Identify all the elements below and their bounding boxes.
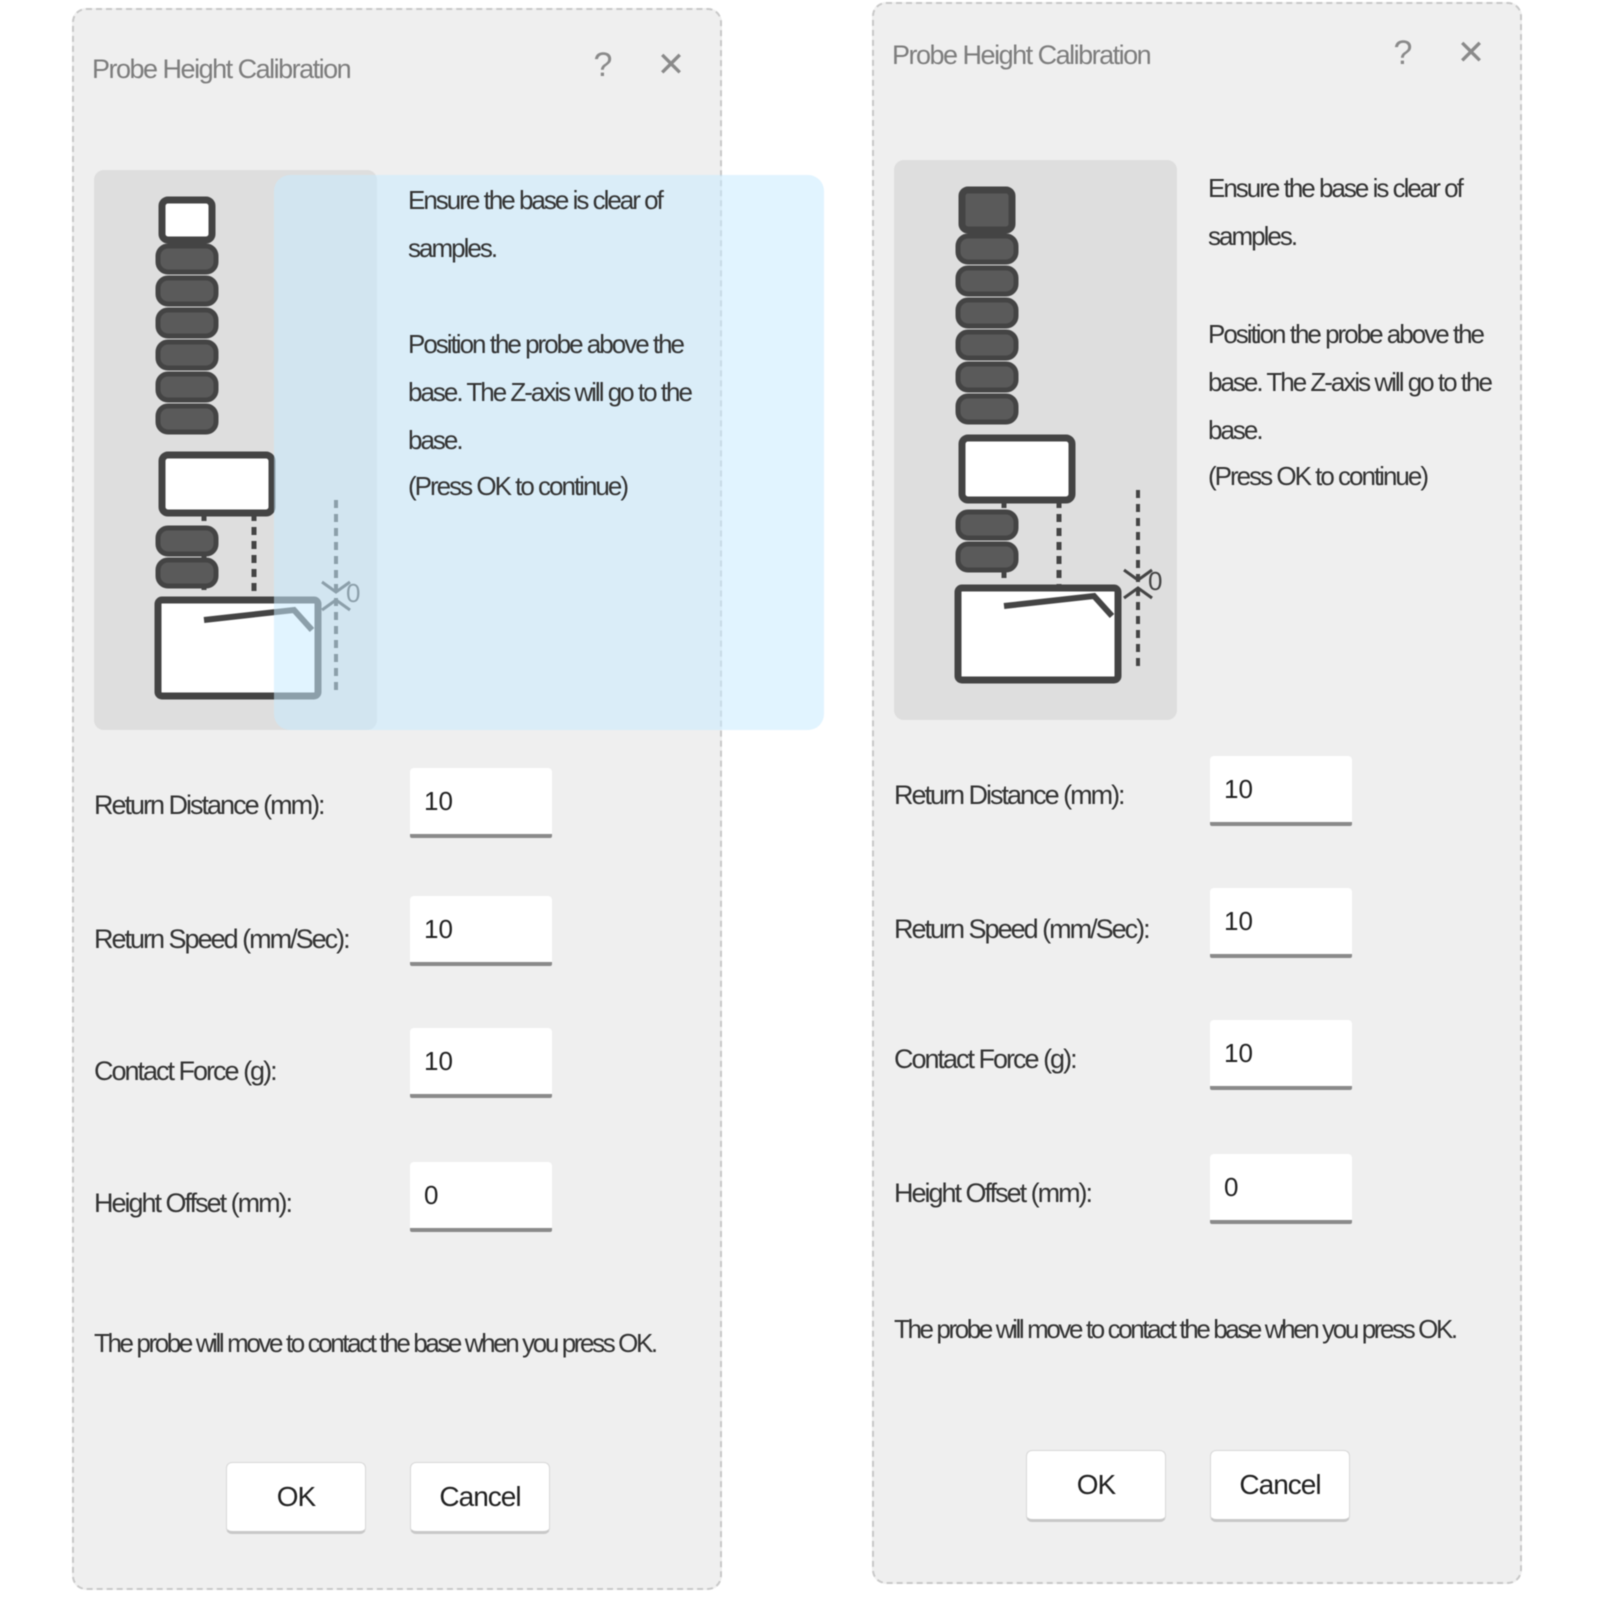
gap-label: 0: [1148, 566, 1162, 596]
height-offset-input[interactable]: [1210, 1154, 1352, 1224]
return-speed-input[interactable]: [1210, 888, 1352, 958]
return-distance-label: Return Distance (mm):: [894, 780, 1126, 810]
cancel-button[interactable]: Cancel: [410, 1462, 550, 1534]
contact-force-input[interactable]: [1210, 1020, 1352, 1090]
height-offset-input[interactable]: [410, 1162, 552, 1232]
return-speed-label: Return Speed (mm/Sec):: [94, 924, 351, 954]
calibration-dialog-left: Probe Height Calibration ? ✕ Ensure the …: [72, 8, 824, 1590]
instruction-3: (Press OK to continue): [408, 471, 629, 501]
contact-force-label: Contact Force (g):: [894, 1044, 1078, 1074]
instruction-1: Ensure the base is clear of samples.: [408, 185, 664, 263]
contact-force-input[interactable]: [410, 1028, 552, 1098]
return-distance-input[interactable]: [410, 768, 552, 838]
return-speed-input[interactable]: [410, 896, 552, 966]
title-bar: Probe Height Calibration ? ✕: [874, 4, 1520, 114]
ok-button[interactable]: OK: [1026, 1450, 1166, 1522]
dialog-title: Probe Height Calibration: [92, 54, 352, 84]
instruction-3: (Press OK to continue): [1208, 461, 1429, 491]
help-icon[interactable]: ?: [1378, 28, 1428, 78]
note-text: The probe will move to contact the base …: [94, 1328, 658, 1358]
height-offset-label: Height Offset (mm):: [94, 1188, 293, 1218]
close-icon[interactable]: ✕: [1446, 28, 1496, 78]
instruction-2: Position the probe above the base. The Z…: [408, 329, 693, 455]
probe-illustration: 0: [894, 160, 1177, 720]
note-text: The probe will move to contact the base …: [894, 1314, 1458, 1344]
height-offset-label: Height Offset (mm):: [894, 1178, 1093, 1208]
cancel-button[interactable]: Cancel: [1210, 1450, 1350, 1522]
title-bar: Probe Height Calibration ? ✕: [74, 10, 720, 120]
ok-button[interactable]: OK: [226, 1462, 366, 1534]
instruction-2: Position the probe above the base. The Z…: [1208, 319, 1493, 445]
close-icon[interactable]: ✕: [646, 40, 696, 90]
return-speed-label: Return Speed (mm/Sec):: [894, 914, 1151, 944]
calibration-dialog-right: Probe Height Calibration ? ✕ 0 Ensure th…: [872, 2, 1522, 1584]
probe-diagram-icon: 0: [954, 186, 1162, 684]
return-distance-label: Return Distance (mm):: [94, 790, 326, 820]
dialog-title: Probe Height Calibration: [892, 40, 1152, 70]
contact-force-label: Contact Force (g):: [94, 1056, 278, 1086]
help-icon[interactable]: ?: [578, 40, 628, 90]
instruction-1: Ensure the base is clear of samples.: [1208, 173, 1464, 251]
return-distance-input[interactable]: [1210, 756, 1352, 826]
